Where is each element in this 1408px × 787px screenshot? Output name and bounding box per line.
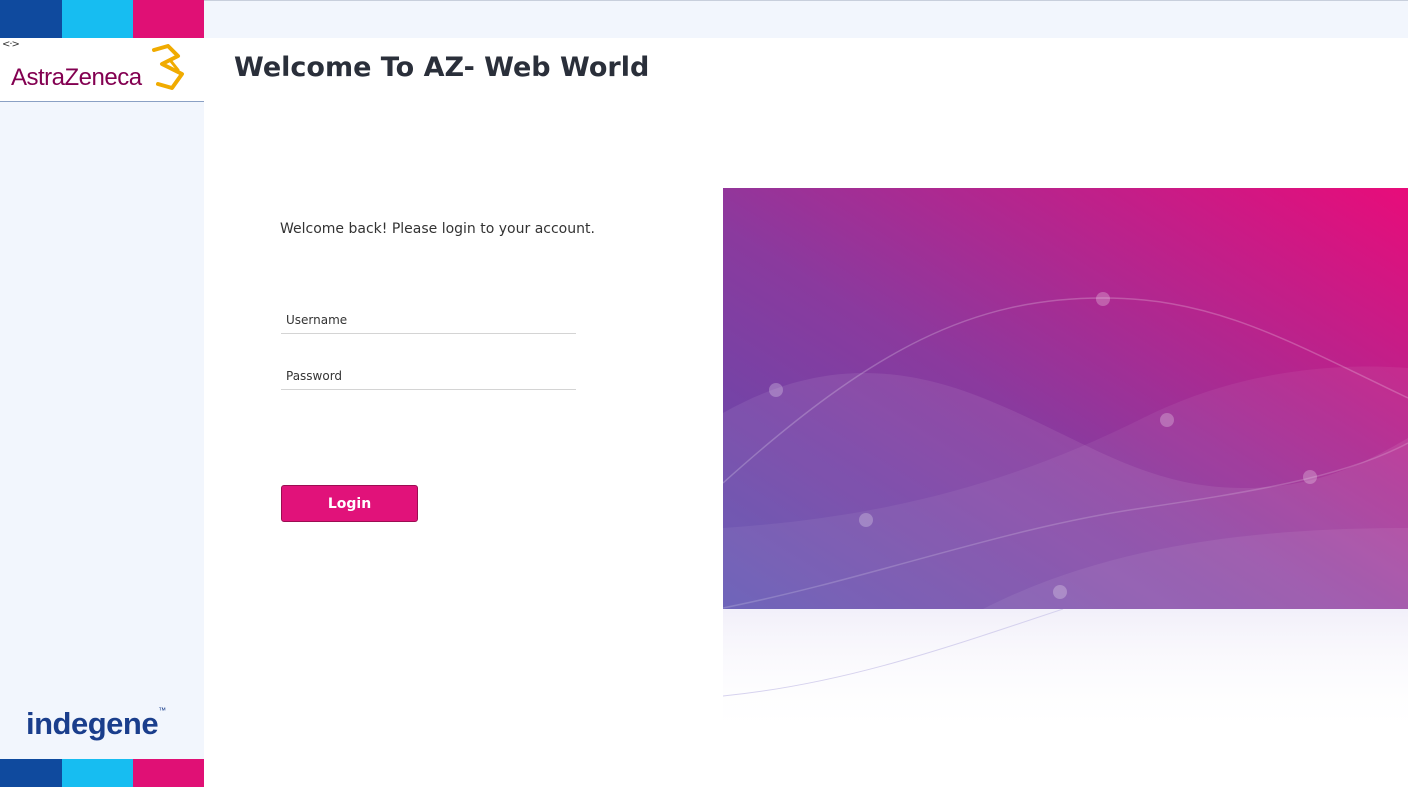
hero-reflection — [723, 609, 1408, 739]
top-bar — [0, 0, 1408, 38]
brand-stripe-top — [0, 0, 204, 38]
collapse-arrows-icon[interactable]: <·> — [2, 39, 20, 50]
brand-stripe-bottom — [0, 759, 204, 787]
password-field[interactable] — [281, 362, 576, 390]
page-title: Welcome To AZ- Web World — [234, 52, 650, 83]
hero-graphic — [723, 188, 1408, 609]
sidebar: <·> AstraZeneca indegene™ — [0, 38, 204, 759]
brand-logo: <·> AstraZeneca — [0, 38, 204, 102]
username-field[interactable] — [281, 306, 576, 334]
astrazeneca-symbol-icon — [152, 44, 184, 90]
indegene-logo: indegene™ — [26, 706, 166, 741]
astrazeneca-wordmark: AstraZeneca — [11, 64, 142, 91]
login-button[interactable]: Login — [281, 485, 418, 522]
welcome-message: Welcome back! Please login to your accou… — [280, 221, 595, 237]
